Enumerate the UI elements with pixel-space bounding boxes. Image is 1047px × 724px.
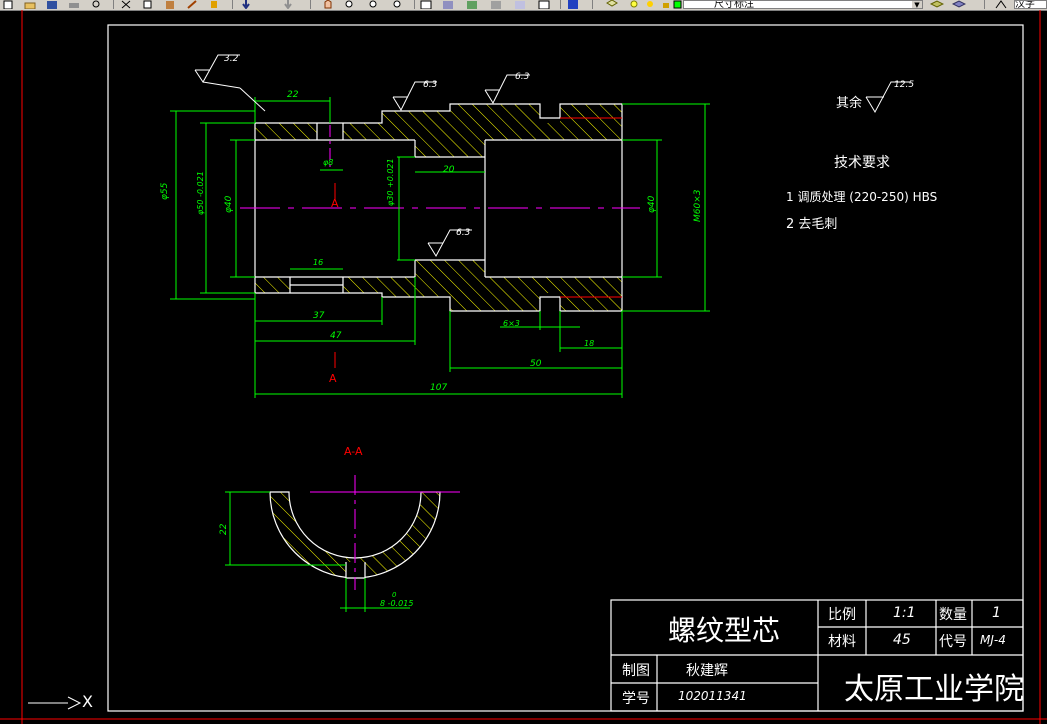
- title-block: [610, 599, 1024, 712]
- section-letter-bottom: A: [329, 372, 337, 385]
- section-aa-view: A-A: [225, 445, 460, 612]
- section-letter-top: A: [331, 197, 339, 210]
- hatch-region: [343, 104, 622, 157]
- main-section-view: A A: [170, 54, 910, 398]
- hatch-region: [255, 123, 317, 140]
- drawing-canvas[interactable]: A A A-A: [0, 0, 1047, 724]
- section-label: A-A: [344, 445, 363, 458]
